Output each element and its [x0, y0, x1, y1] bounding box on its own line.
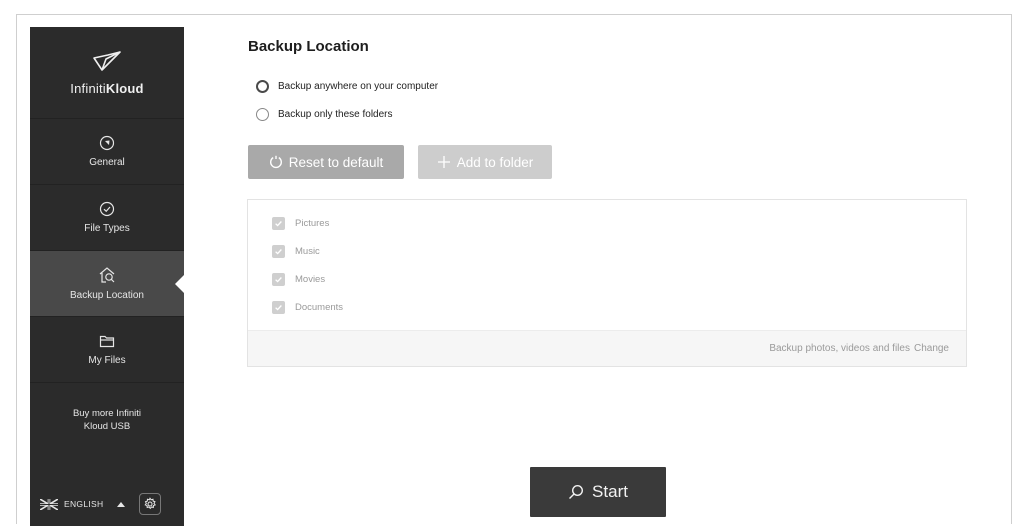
checkbox[interactable]	[272, 217, 285, 230]
sidebar-item-label: File Types	[84, 223, 130, 234]
add-to-folder-button[interactable]: Add to folder	[418, 145, 552, 179]
sidebar-item-file-types[interactable]: File Types	[30, 185, 184, 251]
folder-item-music[interactable]: Music	[272, 245, 320, 258]
brand-name: InfinitiKloud	[70, 81, 143, 96]
language-selector[interactable]: ENGLISH	[64, 499, 103, 509]
brand-name-bold: Kloud	[105, 81, 144, 96]
option-label: Backup anywhere on your computer	[278, 81, 439, 92]
checkbox[interactable]	[272, 245, 285, 258]
footer-text: Backup photos, videos and files	[769, 343, 910, 354]
check-circle-icon	[99, 201, 115, 217]
search-icon	[569, 484, 584, 499]
plus-icon	[437, 156, 450, 168]
sidebar-item-backup-location[interactable]: Backup Location	[30, 251, 184, 317]
check-icon	[275, 221, 282, 227]
option-backup-anywhere[interactable]: Backup anywhere on your computer	[256, 80, 438, 93]
folder-label: Pictures	[295, 218, 330, 229]
caret-up-icon[interactable]	[117, 501, 126, 507]
settings-button[interactable]	[139, 493, 162, 515]
sidebar-item-label: General	[89, 157, 125, 168]
reset-icon	[269, 155, 282, 169]
option-backup-folders[interactable]: Backup only these folders	[256, 108, 393, 121]
logo: InfinitiKloud	[30, 27, 184, 119]
checkbox[interactable]	[272, 301, 285, 314]
folder-icon	[99, 335, 115, 348]
radio-selected[interactable]	[256, 80, 269, 93]
check-icon	[275, 305, 282, 311]
brand-name-light: Infiniti	[70, 81, 106, 96]
gear-icon	[144, 497, 157, 510]
check-icon	[275, 277, 282, 283]
home-search-icon	[99, 267, 115, 283]
checkbox[interactable]	[272, 273, 285, 286]
folder-item-movies[interactable]: Movies	[272, 273, 325, 286]
option-label: Backup only these folders	[278, 109, 393, 120]
start-label: Start	[592, 482, 628, 501]
folder-list-footer: Backup photos, videos and files Change	[248, 330, 966, 366]
change-link[interactable]: Change	[914, 343, 949, 354]
reset-to-default-button[interactable]: Reset to default	[248, 145, 404, 179]
folder-item-documents[interactable]: Documents	[272, 301, 343, 314]
folder-label: Documents	[295, 302, 344, 313]
sidebar-footer: ENGLISH	[30, 482, 184, 526]
sidebar-item-label: My Files	[88, 355, 126, 366]
folder-item-pictures[interactable]: Pictures	[272, 217, 329, 230]
add-label: Add to folder	[456, 154, 534, 170]
folder-label: Music	[295, 246, 320, 257]
start-button[interactable]: Start	[530, 467, 666, 517]
buy-more-link[interactable]: Buy more Infiniti Kloud USB	[30, 385, 184, 455]
folder-label: Movies	[295, 274, 326, 285]
compass-icon	[99, 135, 115, 151]
page-title: Backup Location	[248, 38, 369, 55]
folder-list: Pictures Music Movies Documents Backup p…	[247, 199, 967, 367]
check-icon	[275, 249, 282, 255]
reset-label: Reset to default	[288, 154, 384, 170]
uk-flag-icon	[40, 498, 58, 510]
radio-unselected[interactable]	[256, 108, 269, 121]
sidebar: InfinitiKloud General File Types Backup …	[30, 27, 184, 526]
sidebar-item-my-files[interactable]: My Files	[30, 317, 184, 383]
infiniti-kloud-logo-icon	[93, 51, 121, 71]
sidebar-item-label: Backup Location	[70, 290, 144, 301]
sidebar-item-general[interactable]: General	[30, 119, 184, 185]
